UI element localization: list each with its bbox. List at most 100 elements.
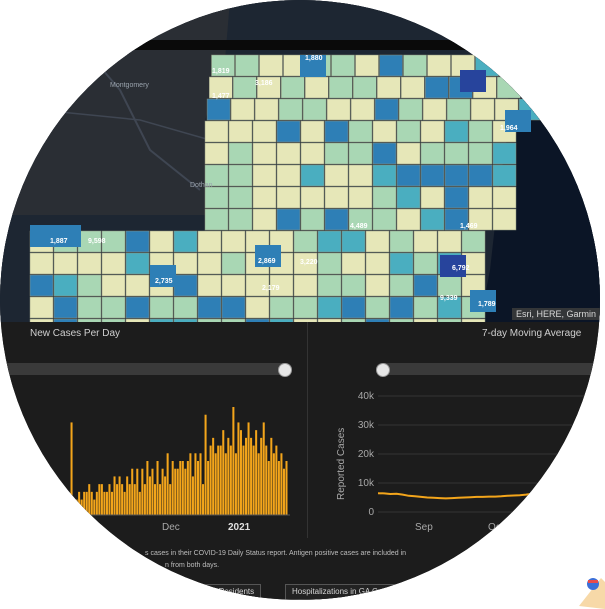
county-tile [468,186,493,209]
county-tile [372,142,397,165]
bar [217,445,220,515]
y-tick: 0 [368,507,374,518]
county-tile [365,230,390,253]
county-tile [293,230,318,253]
bar [176,468,179,515]
moving-average-line-chart[interactable]: Reported Cases 40k 30k 20k 10k 0 Sep Oct [308,370,600,538]
county-tile [235,54,259,77]
bar [212,437,215,515]
bar [116,484,119,515]
county-tile [173,230,198,253]
county-tile [365,274,390,297]
bar [272,453,275,515]
county-tile [53,296,78,319]
county-tile [413,296,438,319]
county-tile [348,120,373,143]
county-tile [341,252,366,275]
county-tile [281,76,305,99]
bar [159,484,162,515]
county-tile [293,296,318,319]
county-tile [331,54,355,77]
county-tile [276,142,301,165]
bar [93,499,96,515]
county-tile [278,98,303,121]
county-tile [437,230,462,253]
county-tile [398,98,423,121]
county-tile [377,76,401,99]
county-tile [420,186,445,209]
bar [156,461,159,515]
county-tile [365,296,390,319]
county-tile [300,142,325,165]
county-map[interactable]: 1,880 3,186 1,819 1,477 1,964 6,792 9,339 1,789… [0,0,600,322]
county-tile [221,230,246,253]
bar [222,430,225,515]
county-tile [499,54,523,77]
county-tile [365,252,390,275]
county-tile [425,76,449,99]
bar [174,468,177,515]
county-tile [228,164,253,187]
bar [194,453,197,515]
bar [90,491,93,515]
county-tile [379,54,403,77]
county-tile [197,274,222,297]
tab-hospitalizations[interactable]: Hospitalizations in GA Coastal [285,584,407,600]
bar [179,461,182,515]
map-view[interactable]: 1,880 3,186 1,819 1,477 1,964 6,792 9,339 1,789… [0,0,600,322]
county-tile [444,164,469,187]
bar [75,499,78,515]
county-case-label: 1,819 [212,68,230,75]
county-case-label: 3,186 [255,80,273,87]
bar [275,445,278,515]
bar [262,422,265,515]
county-tile [206,98,231,121]
app-logo-icon [579,578,605,609]
bar [209,445,212,515]
county-tile [470,98,495,121]
x-tick-sep: Sep [415,522,433,533]
county-tile [230,98,255,121]
left-slider-handle[interactable] [278,363,292,377]
county-tile [353,76,377,99]
bar [260,437,263,515]
bar [110,491,114,515]
county-tile [300,120,325,143]
tab-per-residents[interactable]: 000 Residents [196,584,262,600]
bar [85,491,88,515]
county-tile [228,186,253,209]
county-tile [125,274,150,297]
bar [68,499,71,515]
county-tile [276,208,301,231]
bar [219,445,222,515]
county-tile [300,208,325,231]
county-tile [355,54,379,77]
county-tile [228,142,253,165]
new-cases-bar-chart[interactable]: Dec 2021 [0,380,300,538]
county-tile [468,164,493,187]
county-tile [252,186,277,209]
bar [282,468,285,515]
county-tile [341,274,366,297]
county-tile [305,76,329,99]
bar [255,430,258,515]
county-case-label: 3,220 [300,259,318,266]
county-case-label: 1,887 [50,238,68,245]
bar [207,461,210,515]
county-tile [420,120,445,143]
bar [113,476,116,515]
county-tile [350,98,375,121]
county-tile [348,142,373,165]
county-tile [204,142,229,165]
bar [100,484,103,515]
county-tile [413,230,438,253]
bar [133,484,136,515]
county-tile [204,120,229,143]
county-tile [396,142,421,165]
left-time-slider[interactable] [0,363,292,377]
county-tile [401,76,425,99]
county-tile [204,208,229,231]
county-tile [259,54,283,77]
county-tile [413,274,438,297]
county-tile [324,142,349,165]
